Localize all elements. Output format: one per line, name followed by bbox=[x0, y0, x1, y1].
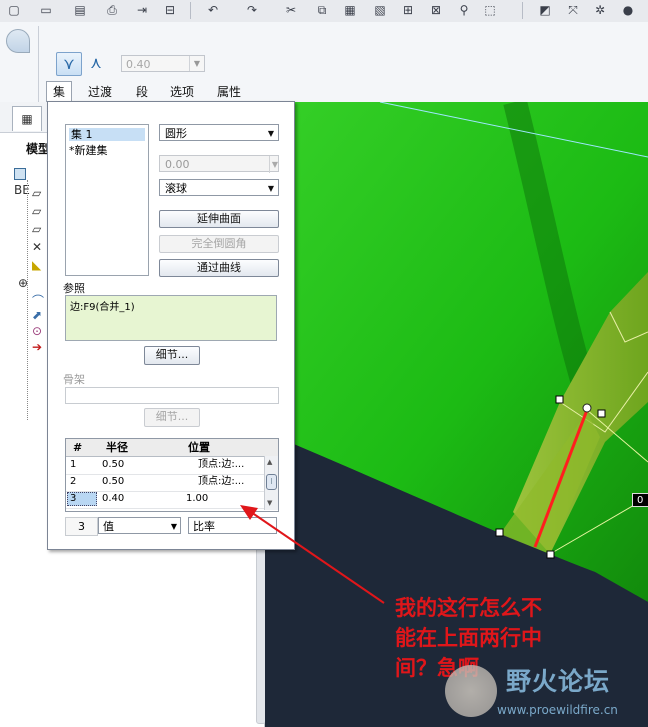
row-index: 1 bbox=[70, 459, 77, 470]
reference-details-button[interactable]: 细节... bbox=[144, 346, 200, 365]
annotation-line: 能在上面两行中 bbox=[395, 626, 542, 650]
row-index: 2 bbox=[70, 476, 77, 487]
watermark-brand: 野火论坛 bbox=[506, 667, 611, 696]
toolbar-separator bbox=[522, 2, 523, 19]
chevron-down-icon: ▼ bbox=[267, 129, 274, 138]
print-icon[interactable]: ⎙ bbox=[104, 3, 120, 17]
model-tree-tab-icon[interactable]: ▦ bbox=[12, 106, 42, 131]
spin-center-icon[interactable]: ⤧ bbox=[565, 3, 581, 17]
reference-item[interactable]: 边:F9(合并_1) bbox=[70, 302, 135, 313]
repaint-icon[interactable]: ◩ bbox=[537, 3, 553, 17]
chevron-down-icon[interactable]: ▼ bbox=[189, 56, 204, 71]
sets-panel: 集 1 *新建集 圆形 ▼ 0.00 ▼ 滚球 ▼ 延伸曲面 完全倒圆角 通过曲… bbox=[47, 101, 295, 550]
paste-icon[interactable]: ▦ bbox=[342, 3, 358, 17]
open-file-icon[interactable]: ▭ bbox=[38, 3, 54, 17]
tab-pieces[interactable]: 段 bbox=[130, 82, 154, 102]
position-type-value: 比率 bbox=[193, 520, 215, 533]
location-cell[interactable]: 顶点:边:... bbox=[198, 457, 262, 473]
skeleton-details-button: 细节... bbox=[144, 408, 200, 427]
cut-icon[interactable]: ✂ bbox=[283, 3, 299, 17]
chevron-down-icon: ▼ bbox=[268, 156, 278, 173]
shape-value: 圆形 bbox=[165, 127, 187, 140]
radius-value: 0.40 bbox=[126, 58, 151, 71]
radius-cell[interactable]: 0.40 bbox=[102, 491, 124, 507]
send-icon[interactable]: ⇥ bbox=[134, 3, 150, 17]
copy-icon[interactable]: ⧉ bbox=[314, 3, 330, 17]
transition-mode-icon[interactable]: ⋏ bbox=[86, 52, 106, 74]
dimension-label[interactable]: 0 bbox=[632, 493, 648, 507]
annotation-line: 我的这行怎么不 bbox=[395, 596, 542, 620]
creation-method-select[interactable]: 滚球 ▼ bbox=[159, 179, 279, 196]
position-type-select[interactable]: 比率 bbox=[188, 517, 277, 534]
tree-root[interactable]: BE bbox=[14, 168, 44, 197]
chevron-down-icon: ▼ bbox=[267, 184, 274, 193]
full-round-button: 完全倒圆角 bbox=[159, 235, 279, 253]
column-header: 位置 bbox=[188, 441, 210, 454]
table-row[interactable]: 2 0.50 顶点:边:... bbox=[66, 474, 264, 492]
extend-surfaces-button[interactable]: 延伸曲面 bbox=[159, 210, 279, 228]
watermark-url: www.proewildfire.cn bbox=[497, 703, 618, 717]
regenerate-icon[interactable]: ⊞ bbox=[400, 3, 416, 17]
method-value: 滚球 bbox=[165, 182, 187, 195]
toolbar-separator bbox=[190, 2, 191, 19]
set-mode-icon[interactable]: ⋎ bbox=[56, 52, 82, 76]
watermark-logo bbox=[445, 665, 497, 717]
radius-row-controls: 3 值 ▼ 比率 bbox=[65, 517, 279, 536]
table-row[interactable]: 3 0.40 1.00 bbox=[66, 491, 264, 509]
scroll-down-icon[interactable]: ▼ bbox=[267, 499, 272, 507]
tab-transitions[interactable]: 过渡 bbox=[82, 82, 118, 102]
table-scrollbar[interactable]: ▲ ⁝ ▼ bbox=[264, 456, 278, 510]
tab-set[interactable]: 集 bbox=[46, 81, 73, 102]
round-dashboard: ⋎ ⋏ 0.40 ▼ 集 过渡 段 选项 属性 bbox=[0, 22, 648, 102]
expand-icon[interactable]: ⊕ bbox=[18, 276, 48, 292]
redo-icon[interactable]: ↷ bbox=[244, 3, 260, 17]
table-row[interactable]: 1 0.50 顶点:边:... bbox=[66, 457, 264, 475]
orient-icon[interactable]: ✲ bbox=[592, 3, 608, 17]
row-index: 3 bbox=[70, 493, 77, 504]
new-file-icon[interactable]: ▢ bbox=[6, 3, 22, 17]
radius-cell[interactable]: 0.50 bbox=[102, 457, 124, 473]
column-header: 半径 bbox=[106, 441, 128, 454]
set-list[interactable]: 集 1 *新建集 bbox=[65, 124, 149, 276]
skeleton-collector bbox=[65, 387, 279, 404]
conic-value: 0.00 bbox=[165, 158, 190, 171]
scroll-up-icon[interactable]: ▲ bbox=[267, 458, 272, 466]
radius-cell[interactable]: 0.50 bbox=[102, 474, 124, 490]
round-feature-icon bbox=[6, 29, 30, 53]
skeleton-label: 骨架 bbox=[63, 373, 85, 386]
main-toolbar: ▢ ▭ ▤ ⎙ ⇥ ⊟ ↶ ↷ ✂ ⧉ ▦ ▧ ⊞ ⊠ ⚲ ⬚ ◩ ⤧ ✲ ● bbox=[0, 0, 648, 23]
radius-table: # 半径 位置 1 0.50 顶点:边:... 2 0.50 顶点:边:... … bbox=[65, 438, 279, 512]
radius-type-value: 值 bbox=[103, 520, 114, 533]
dashboard-divider bbox=[38, 26, 39, 102]
scroll-thumb[interactable]: ⁝ bbox=[266, 474, 277, 490]
radius-input[interactable]: 0.40 ▼ bbox=[121, 55, 205, 72]
tree-connector bbox=[27, 180, 29, 420]
tab-properties[interactable]: 属性 bbox=[211, 82, 247, 102]
column-header: # bbox=[73, 441, 83, 454]
cross-section-shape-select[interactable]: 圆形 ▼ bbox=[159, 124, 279, 141]
regen-manager-icon[interactable]: ⊠ bbox=[428, 3, 444, 17]
location-cell[interactable]: 顶点:边:... bbox=[198, 474, 262, 490]
set-list-item[interactable]: 集 1 bbox=[69, 128, 145, 141]
selection-filter-icon[interactable]: ⬚ bbox=[482, 3, 498, 17]
save-icon[interactable]: ▤ bbox=[72, 3, 88, 17]
conic-value-select: 0.00 ▼ bbox=[159, 155, 279, 173]
undo-icon[interactable]: ↶ bbox=[205, 3, 221, 17]
tab-options[interactable]: 选项 bbox=[164, 82, 200, 102]
radius-table-header: # 半径 位置 bbox=[66, 439, 278, 457]
new-set-item[interactable]: *新建集 bbox=[69, 142, 108, 158]
shading-icon[interactable]: ● bbox=[620, 3, 636, 17]
link-icon[interactable]: ⊟ bbox=[162, 3, 178, 17]
location-cell[interactable]: 1.00 bbox=[186, 491, 208, 507]
part-icon bbox=[14, 168, 26, 180]
references-collector[interactable]: 边:F9(合并_1) bbox=[65, 295, 277, 341]
row-count: 3 bbox=[65, 517, 98, 536]
find-icon[interactable]: ⚲ bbox=[456, 3, 472, 17]
references-label: 参照 bbox=[63, 282, 85, 295]
through-curve-button[interactable]: 通过曲线 bbox=[159, 259, 279, 277]
paste-special-icon[interactable]: ▧ bbox=[372, 3, 388, 17]
radius-type-select[interactable]: 值 ▼ bbox=[98, 517, 181, 534]
chevron-down-icon: ▼ bbox=[170, 522, 177, 531]
